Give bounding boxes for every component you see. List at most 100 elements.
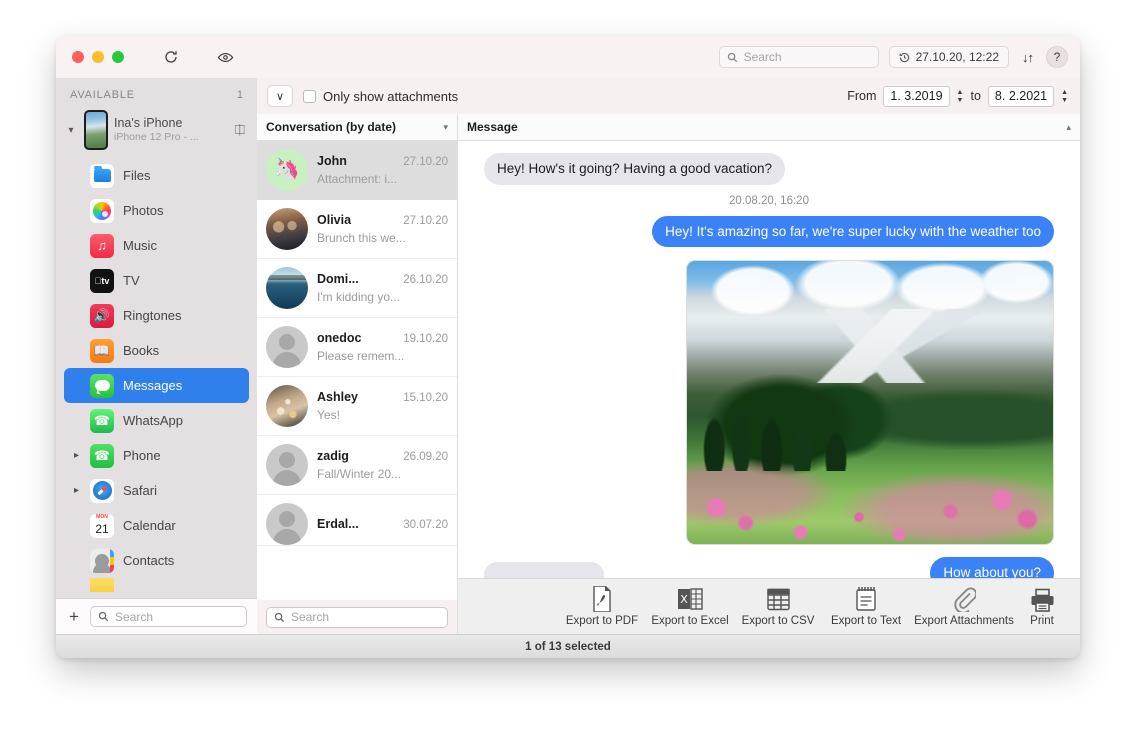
usb-icon: ⎅ [234, 122, 245, 137]
sidebar-item-label: WhatsApp [123, 413, 183, 428]
help-button[interactable]: ? [1046, 46, 1068, 68]
device-row[interactable]: ▾ Ina's iPhone iPhone 12 Pro - ... ⎅ [56, 107, 257, 156]
chevron-right-icon[interactable]: ▸ [74, 450, 79, 461]
refresh-icon[interactable] [158, 44, 184, 70]
sidebar-item-messages[interactable]: Messages [64, 368, 249, 403]
list-item[interactable]: Olivia 27.10.20 Brunch this we... [257, 200, 457, 259]
maximize-button[interactable] [112, 51, 124, 63]
eye-icon[interactable] [212, 44, 238, 70]
app-window: Search 27.10.20, 12:22 ↓↑ ? AVAILABLE 1 … [56, 36, 1080, 658]
message-date: 15.10.20 [403, 392, 448, 404]
history-badge[interactable]: 27.10.20, 12:22 [888, 46, 1009, 68]
avatar [266, 267, 308, 309]
sidebar-item-phone[interactable]: ▸ ☎ Phone [64, 438, 249, 473]
books-icon: 📖 [90, 338, 114, 363]
export-to-csv-button[interactable]: Export to CSV [734, 586, 822, 627]
from-date-stepper[interactable]: ▲ ▼ [957, 89, 964, 104]
sidebar-item-calendar[interactable]: MON 21 Calendar [64, 508, 249, 543]
conversation-list: 🦄 John 27.10.20 Attachment: i... Olivia … [257, 141, 457, 600]
export-to-excel-button[interactable]: X Export to Excel [646, 586, 734, 627]
message-date: 30.07.20 [403, 519, 448, 531]
contact-name: zadig [317, 449, 349, 463]
sidebar-item-notes-partial[interactable] [64, 578, 249, 592]
message-column-title: Message [467, 120, 518, 134]
print-button[interactable]: Print [1018, 586, 1066, 627]
export-label: Print [1030, 615, 1054, 627]
search-input[interactable]: Search [718, 46, 879, 68]
sidebar-item-ringtones[interactable]: 🔊 Ringtones [64, 298, 249, 333]
add-button[interactable]: + [66, 607, 82, 627]
avatar [266, 385, 308, 427]
notes-icon [90, 578, 114, 592]
search-icon [274, 612, 285, 622]
window-controls [72, 51, 124, 63]
close-button[interactable] [72, 51, 84, 63]
list-item[interactable]: zadig 26.09.20 Fall/Winter 20... [257, 436, 457, 495]
message-date: 27.10.20 [403, 156, 448, 168]
avatar [266, 444, 308, 486]
sidebar-item-label: Messages [123, 378, 183, 393]
sidebar-item-music[interactable]: ♫ Music [64, 228, 249, 263]
sidebar-item-books[interactable]: 📖 Books [64, 333, 249, 368]
music-icon: ♫ [90, 233, 114, 258]
message-column: Message ▴ Hey! How's it going? Having a … [458, 114, 1080, 634]
sidebar-item-files[interactable]: Files [64, 158, 249, 193]
chevron-up-icon[interactable]: ▴ [1066, 122, 1071, 133]
avatar [266, 326, 308, 368]
safari-icon [90, 478, 114, 503]
main-area: ∨ Only show attachments From 1. 3.2019 ▲… [257, 78, 1080, 634]
contact-name: Erdal... [317, 517, 359, 531]
chevron-down-icon[interactable]: ▾ [64, 125, 78, 136]
sidebar-item-contacts[interactable]: Contacts [64, 543, 249, 578]
list-item[interactable]: Ashley 15.10.20 Yes! [257, 377, 457, 436]
next-message-stub [484, 562, 1054, 578]
chevron-right-icon[interactable]: ▸ [74, 485, 79, 496]
to-date-input[interactable]: 8. 2.2021 [987, 85, 1055, 107]
sidebar-item-tv[interactable]: tv TV [64, 263, 249, 298]
list-item[interactable]: Domi... 26.10.20 I'm kidding yo... [257, 259, 457, 318]
attachment-photo[interactable] [686, 260, 1054, 546]
list-item[interactable]: 🦄 John 27.10.20 Attachment: i... [257, 141, 457, 200]
message-timestamp: 20.08.20, 16:20 [729, 194, 809, 207]
sidebar-item-label: Contacts [123, 553, 175, 568]
sidebar-section-count: 1 [236, 89, 243, 101]
export-to-text-button[interactable]: Export to Text [822, 586, 910, 627]
csv-icon [766, 586, 791, 612]
sidebar-section-header: AVAILABLE 1 [56, 78, 257, 107]
avatar: 🦄 [266, 149, 308, 191]
sync-arrows-icon[interactable]: ↓↑ [1019, 50, 1036, 65]
titlebar: Search 27.10.20, 12:22 ↓↑ ? [56, 36, 1080, 78]
export-label: Export to PDF [565, 615, 639, 627]
conversation-column: Conversation (by date) ▾ 🦄 John 27.10.20 [257, 114, 458, 634]
sidebar-item-whatsapp[interactable]: ☎ WhatsApp [64, 403, 249, 438]
only-attachments-checkbox[interactable]: Only show attachments [303, 89, 458, 104]
date-range: From 1. 3.2019 ▲ ▼ to 8. 2.2021 ▲ ▼ [847, 85, 1068, 107]
checkbox-box[interactable] [303, 89, 316, 103]
message-date: 26.09.20 [403, 451, 448, 463]
sidebar-item-label: Books [123, 343, 160, 358]
search-icon [98, 611, 109, 622]
list-item[interactable]: onedoc 19.10.20 Please remem... [257, 318, 457, 377]
export-to-pdf-button[interactable]: Export to PDF [558, 586, 646, 627]
history-icon [899, 52, 909, 62]
sidebar-section-label: AVAILABLE [70, 89, 135, 101]
tv-icon: tv [90, 268, 114, 293]
sidebar-item-photos[interactable]: Photos [64, 193, 249, 228]
message-date: 27.10.20 [403, 215, 448, 227]
conversation-search-input[interactable]: Search [266, 606, 448, 628]
conversation-column-header[interactable]: Conversation (by date) ▾ [257, 114, 457, 141]
collapse-button[interactable]: ∨ [267, 85, 293, 107]
export-attachments-button[interactable]: Export Attachments [910, 586, 1018, 627]
to-date-stepper[interactable]: ▲ ▼ [1061, 89, 1068, 104]
sidebar-item-label: Photos [123, 203, 164, 218]
conversation-sort-label: Conversation (by date) [266, 120, 397, 134]
minimize-button[interactable] [92, 51, 104, 63]
chevron-down-icon[interactable]: ▾ [443, 122, 448, 133]
export-toolbar: Export to PDF X Export to Excel Export t… [458, 578, 1080, 634]
ringtones-icon: 🔊 [90, 303, 114, 328]
sidebar-item-safari[interactable]: ▸ Safari [64, 473, 249, 508]
from-date-input[interactable]: 1. 3.2019 [883, 85, 950, 107]
sidebar-item-label: Music [123, 238, 157, 253]
list-item[interactable]: Erdal... 30.07.20 [257, 495, 457, 546]
sidebar-search-input[interactable]: Search [90, 606, 247, 627]
